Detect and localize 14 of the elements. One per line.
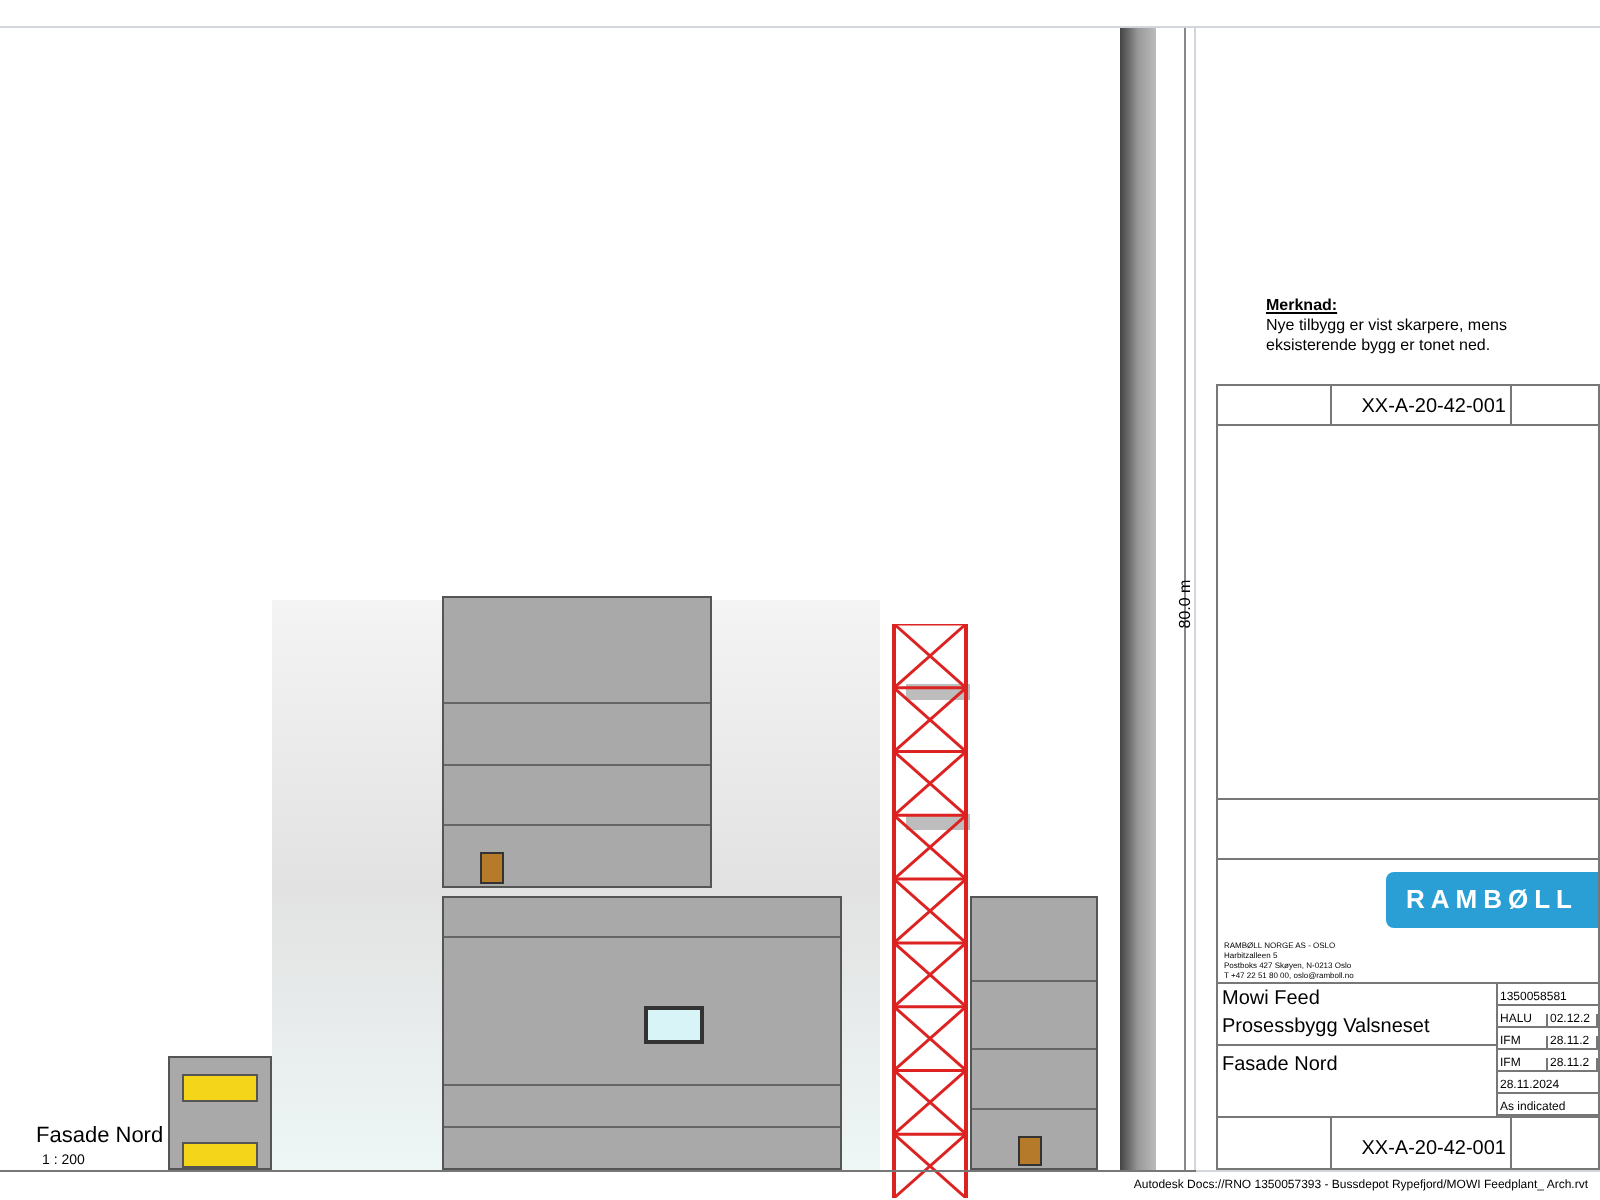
project-name: Mowi Feed [1222,986,1322,1014]
project-name: Prosessbygg Valsneset [1222,1014,1432,1042]
sheet-number: XX-A-20-42-001 [1332,386,1512,424]
sheet-number: XX-A-20-42-001 [1332,1118,1512,1168]
window-drawing [182,1074,258,1102]
view-name: Fasade Nord [1220,1052,1340,1080]
window-drawing [644,1006,704,1044]
door-drawing [480,852,504,884]
note-text: Nye tilbygg er vist skarpere, mens eksisterende bygg er tonet ned. [1266,316,1509,356]
view-title: Fasade Nord [36,1124,164,1152]
dimension-label: 80.0 m [1174,577,1196,633]
note-title: Merknad: [1266,296,1340,316]
door-drawing [1018,1136,1042,1166]
company-logo: RAMBØLL [1386,872,1598,928]
